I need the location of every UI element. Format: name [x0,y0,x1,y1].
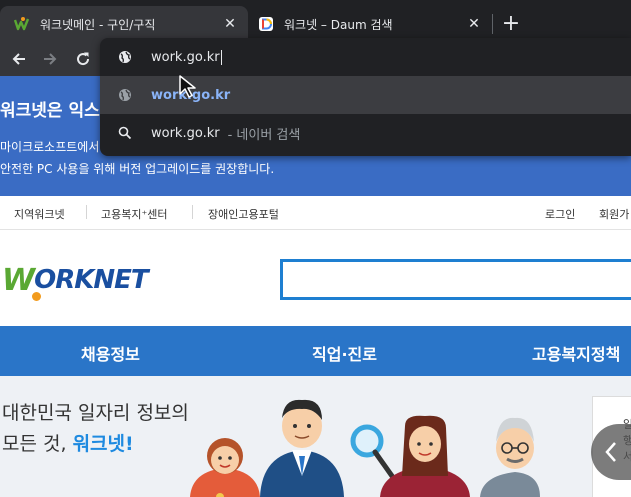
hero-section: 대한민국 일자리 정보의 모든 것, 워크넷! [0,376,631,497]
logo-text: ORKNET [34,265,149,295]
hero-people-illustration [190,399,540,497]
globe-icon [118,88,132,102]
util-link-local-worknet[interactable]: 지역워크넷 [14,206,65,222]
mouse-cursor-icon [179,75,196,98]
back-button[interactable] [7,47,31,71]
close-tab-icon[interactable]: ✕ [220,14,240,34]
reload-icon [77,52,90,66]
tab-title: 워크넷 – Daum 검색 [284,17,393,32]
daum-favicon-icon [258,16,274,32]
util-divider [192,205,193,219]
nav-item-welfare-policy[interactable]: 고용복지정책 [532,341,620,365]
nav-item-career[interactable]: 직업·진로 [312,341,377,365]
tab-title: 워크넷메인 - 구인/구직 [40,17,156,32]
main-nav: 채용정보 직업·진로 고용복지정책 [0,326,631,376]
new-tab-button[interactable]: + [498,10,524,36]
globe-icon [118,50,132,64]
signup-link[interactable]: 회원가 [599,206,629,222]
hero-headline-accent: 워크넷! [72,433,134,455]
banner-text-line2: 안전한 PC 사용을 위해 버전 업그레이드를 권장합니다. [0,162,275,176]
suggestion-text: work.go.kr [151,125,220,141]
close-tab-icon[interactable]: ✕ [464,14,484,34]
address-bar-text: work.go.kr [151,49,220,65]
tab-daum-search[interactable]: 워크넷 – Daum 검색 ✕ [248,6,492,42]
tab-worknet[interactable]: 워크넷메인 - 구인/구직 ✕ [0,6,248,42]
tab-strip: 워크넷메인 - 구인/구직 ✕ 워크넷 – Daum 검색 ✕ + [0,0,631,42]
utility-nav: 지역워크넷 고용복지⁺센터 장애인고용포털 로그인 회원가 [0,196,631,230]
nav-item-jobs[interactable]: 채용정보 [81,341,140,365]
woman-figure-icon [190,438,260,497]
banner-title: 워크넷은 익스 [0,101,100,121]
elderly-man-figure-icon [480,417,540,497]
reload-button[interactable] [71,47,95,71]
hero-headline-line1: 대한민국 일자리 정보의 [2,402,189,424]
util-link-disability-portal[interactable]: 장애인고용포털 [208,206,279,222]
logo-dot [32,292,41,301]
back-arrow-icon [12,53,25,65]
forward-button[interactable] [38,47,62,71]
header-row: W ORKNET [0,230,631,326]
login-link[interactable]: 로그인 [545,206,575,222]
hero-headline-prefix: 모든 것, [2,433,67,455]
logo-w: W [2,262,35,298]
man-suit-figure-icon [260,399,344,497]
search-icon [118,126,132,140]
site-search-input[interactable] [280,259,631,300]
util-divider [86,205,87,219]
magnifying-glass-icon [350,424,395,479]
text-caret [220,49,222,65]
omnibox-suggestion-search[interactable]: work.go.kr - 네이버 검색 [100,114,631,152]
util-link-employment-center[interactable]: 고용복지⁺센터 [101,206,168,222]
address-bar[interactable]: work.go.kr [100,38,631,76]
worknet-logo[interactable]: W ORKNET [2,262,149,301]
worknet-favicon-icon [14,16,30,32]
tab-divider [492,14,493,34]
woman-officer-figure-icon [380,415,470,497]
hero-headline-line2: 모든 것, 워크넷! [2,429,134,456]
forward-arrow-icon [44,53,57,65]
banner-text-line1: 마이크로소프트에서 [0,140,100,154]
chevron-left-icon [605,442,616,462]
suggestion-suffix: - 네이버 검색 [227,127,301,143]
